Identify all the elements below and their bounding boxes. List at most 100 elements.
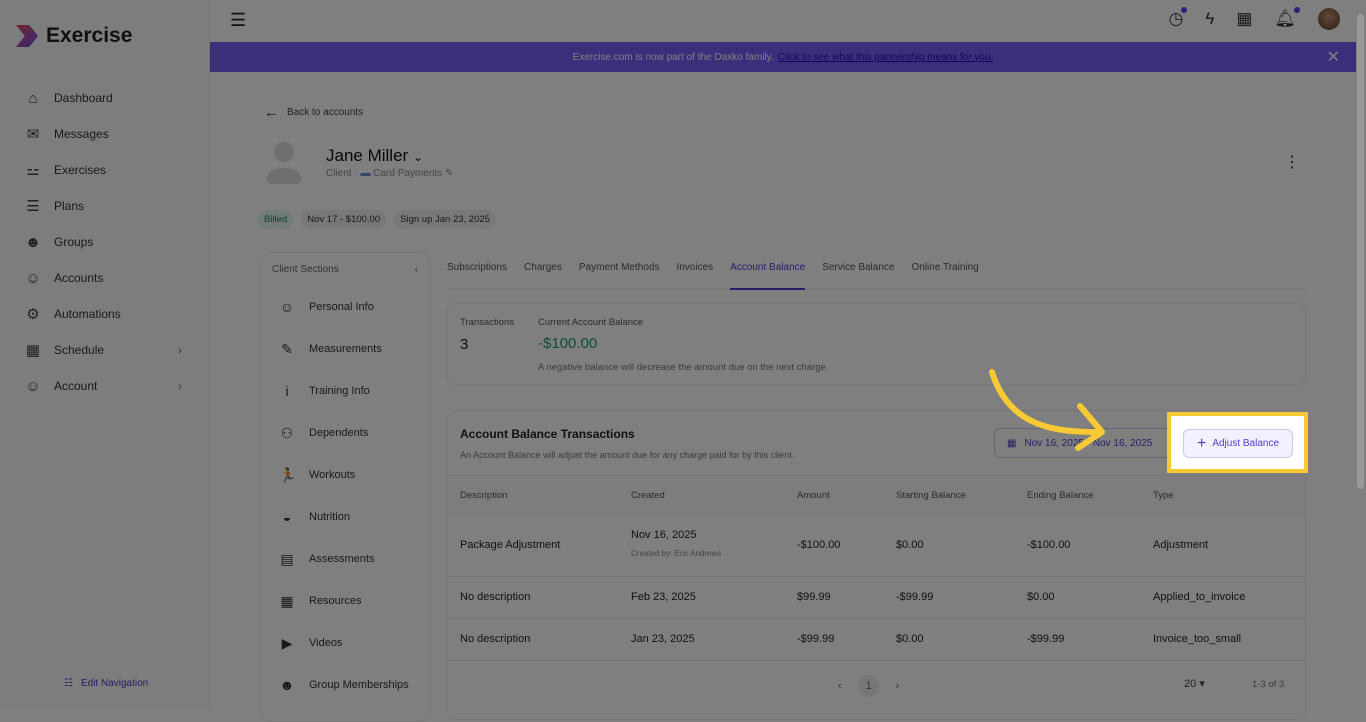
chevron-left-icon[interactable]: ‹ xyxy=(415,264,418,275)
next-page-icon[interactable]: › xyxy=(896,680,900,692)
user-icon: ☺ xyxy=(25,269,41,287)
sidebar-item-label: Account xyxy=(54,379,98,393)
table-cell: -$100.00 xyxy=(1027,539,1071,551)
section-icon: ▤ xyxy=(280,550,294,567)
table-row[interactable]: No description Feb 23, 2025 $99.99 -$99.99 $… xyxy=(448,577,1305,619)
clipboard-icon: ☰ xyxy=(26,198,40,215)
badges: Billed Nov 17 - $100.00 Sign up Jan 23, … xyxy=(258,210,496,229)
sidebar-item-label: Groups xyxy=(54,235,94,249)
client-section-item[interactable]: ▦ Resources xyxy=(261,580,429,622)
sidebar-item-groups[interactable]: ☻ Groups xyxy=(0,224,210,260)
apps-grid-icon[interactable]: ▦ xyxy=(1236,9,1252,29)
back-label: Back to accounts xyxy=(287,107,364,118)
balance-note: A negative balance will decrease the amo… xyxy=(538,362,829,373)
arrow-left-icon: ← xyxy=(264,104,279,121)
clock-icon[interactable]: ◷ xyxy=(1169,7,1188,29)
adjust-balance-button[interactable]: + Adjust Balance xyxy=(1183,429,1293,458)
section-icon: i xyxy=(285,383,289,399)
table-header: Description Created Amount Starting Balance… xyxy=(448,475,1305,515)
chevron-down-icon: ▾ xyxy=(1199,678,1205,690)
client-section-item[interactable]: ☻ Group Memberships xyxy=(261,664,429,706)
close-icon[interactable]: ✕ xyxy=(1327,47,1340,67)
bell-icon[interactable]: 🔔︎ xyxy=(1274,7,1300,29)
table-cell: No description xyxy=(460,591,531,603)
client-section-item[interactable]: ▤ Assessments xyxy=(261,538,429,580)
results-range: 1-3 of 3 xyxy=(1252,679,1285,690)
table-cell: -$99.99 xyxy=(1027,633,1065,645)
scrollbar[interactable] xyxy=(1357,14,1364,489)
sidebar-item-label: Messages xyxy=(54,127,109,141)
topbar: ☰ ◷ ϟ ▦ 🔔︎ xyxy=(210,0,1366,42)
menu-icon[interactable]: ☰ xyxy=(230,10,246,31)
table-cell: No description xyxy=(460,633,531,645)
tab-payment-methods[interactable]: Payment Methods xyxy=(579,262,660,289)
sidebar-item-label: Plans xyxy=(54,199,85,213)
page-current[interactable]: 1 xyxy=(857,675,880,697)
sidebar-item-label: Exercises xyxy=(54,163,107,177)
transactions-label: Transactions xyxy=(460,317,515,328)
calendar-icon: ▦ xyxy=(25,342,41,359)
sidebar-item-plans[interactable]: ☰ Plans xyxy=(0,188,210,224)
pencil-icon[interactable]: ✎ xyxy=(445,168,453,179)
per-page-value: 20 xyxy=(1184,678,1197,690)
client-section-item[interactable]: ✎ Measurements xyxy=(261,328,429,370)
tab-charges[interactable]: Charges xyxy=(524,262,562,289)
client-section-label: Group Memberships xyxy=(309,679,409,691)
sidebar-item-schedule[interactable]: ▦ Schedule › xyxy=(0,332,210,368)
banner-link[interactable]: Click to see what this partnership means… xyxy=(778,52,994,63)
table-cell: Jan 23, 2025 xyxy=(631,633,695,645)
table-cell: $0.00 xyxy=(896,633,924,645)
tab-service-balance[interactable]: Service Balance xyxy=(822,262,894,289)
section-icon: ◒ xyxy=(282,509,292,525)
table-cell: -$99.99 xyxy=(896,591,934,603)
back-link[interactable]: ← Back to accounts xyxy=(264,104,363,121)
section-icon: ☺ xyxy=(279,299,295,315)
client-section-item[interactable]: 🏃 Workouts xyxy=(261,454,429,496)
client-section-label: Workouts xyxy=(309,469,356,481)
section-icon: ▶ xyxy=(281,634,293,651)
balance-value: -$100.00 xyxy=(538,335,598,352)
sidebar-item-exercises[interactable]: ⚍ Exercises xyxy=(0,152,210,188)
balance-label: Current Account Balance xyxy=(538,317,644,328)
client-name[interactable]: Jane Miller ⌄ xyxy=(326,146,423,166)
section-icon: ⚇ xyxy=(280,424,294,441)
sidebar-item-messages[interactable]: ✉ Messages xyxy=(0,116,210,152)
avatar[interactable] xyxy=(1318,8,1340,30)
created-by: Created by: Eric Andrews xyxy=(631,549,722,558)
client-section-item[interactable]: ◒ Nutrition xyxy=(261,496,429,538)
lightning-icon[interactable]: ϟ xyxy=(1205,9,1214,29)
tab-subscriptions[interactable]: Subscriptions xyxy=(447,262,507,289)
logo[interactable]: Exercise xyxy=(16,24,132,48)
sidebar-item-automations[interactable]: ⚙ Automations xyxy=(0,296,210,332)
client-section-item[interactable]: i Training Info xyxy=(261,370,429,412)
client-section-item[interactable]: ☺ Personal Info xyxy=(261,286,429,328)
prev-page-icon[interactable]: ‹ xyxy=(838,680,842,692)
table-cell: $99.99 xyxy=(797,591,831,603)
chevron-down-icon[interactable]: ⌄ xyxy=(413,150,423,164)
tab-online-training[interactable]: Online Training xyxy=(911,262,978,289)
client-section-label: Assessments xyxy=(309,553,375,565)
table-row[interactable]: Package Adjustment Nov 16, 2025 -$100.00 $0… xyxy=(448,515,1305,577)
per-page-select[interactable]: 20 ▾ xyxy=(1184,677,1205,690)
table-cell: -$99.99 xyxy=(797,633,835,645)
robot-icon: ⚙ xyxy=(26,306,40,323)
tab-invoices[interactable]: Invoices xyxy=(676,262,713,289)
tab-account-balance[interactable]: Account Balance xyxy=(730,262,806,290)
table-cell: $0.00 xyxy=(1027,591,1055,603)
sidebar-item-dashboard[interactable]: ⌂ Dashboard xyxy=(0,80,210,116)
table-cell: Invoice_too_small xyxy=(1153,633,1242,645)
client-section-item[interactable]: ▶ Videos xyxy=(261,622,429,664)
client-section-label: Personal Info xyxy=(309,301,374,313)
status-badge: Billed xyxy=(258,210,294,229)
more-options-icon[interactable]: ⋮ xyxy=(1284,152,1300,172)
client-section-label: Dependents xyxy=(309,427,369,439)
plus-icon: + xyxy=(1196,434,1207,452)
client-section-item[interactable]: ⚇ Dependents xyxy=(261,412,429,454)
edit-navigation-link[interactable]: ☷ Edit Navigation xyxy=(64,678,148,689)
adjust-balance-label: Adjust Balance xyxy=(1212,438,1280,449)
table-row[interactable]: No description Jan 23, 2025 -$99.99 $0.00 -$… xyxy=(448,619,1305,661)
pointer-arrow xyxy=(989,369,1105,451)
sidebar: Exercise ⌂ Dashboard ✉ Messages ⚍ Exercises ☰ P… xyxy=(0,0,210,708)
sidebar-item-account[interactable]: ☺ Account › xyxy=(0,368,210,404)
sidebar-item-accounts[interactable]: ☺ Accounts xyxy=(0,260,210,296)
